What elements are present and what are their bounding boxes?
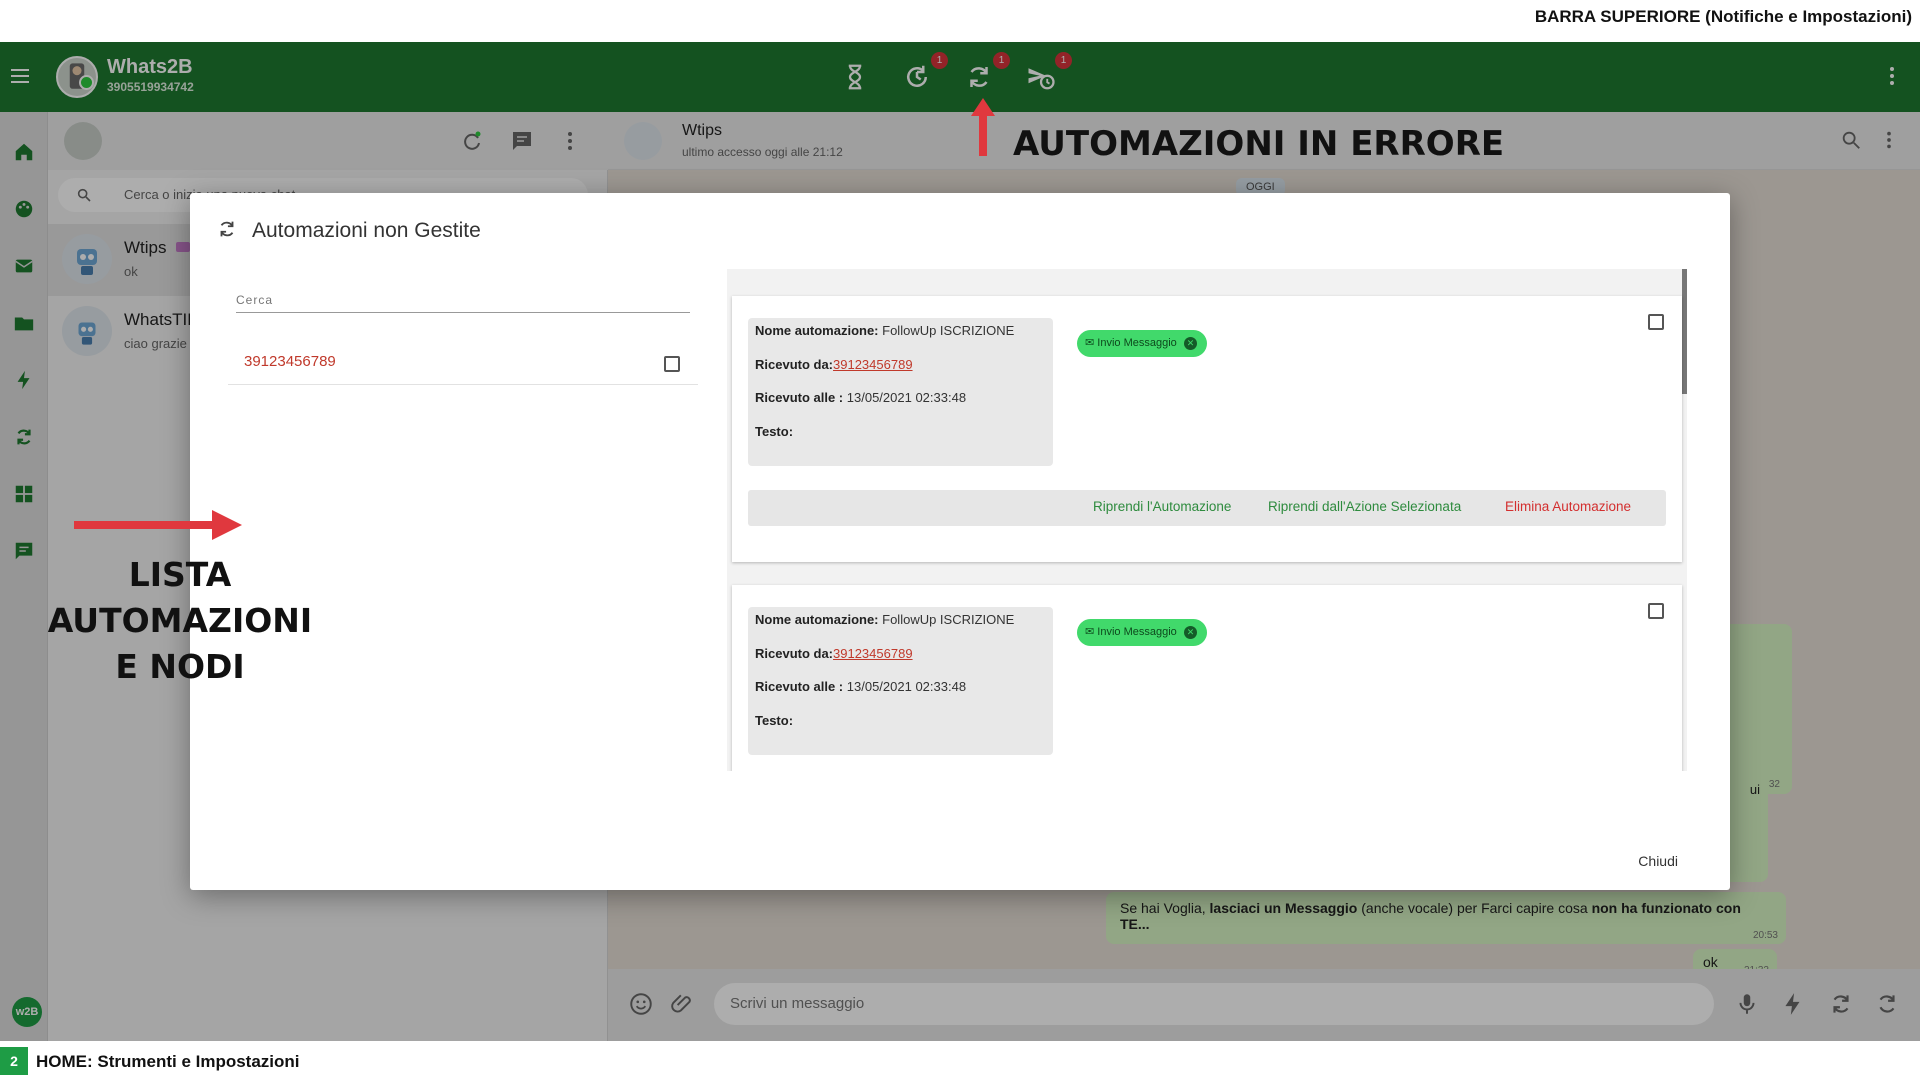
action-chip[interactable]: ✉ Invio Messaggio ✕ bbox=[1077, 330, 1207, 357]
automation-info: Nome automazione: FollowUp ISCRIZIONE Ri… bbox=[748, 318, 1053, 466]
automation-card: Nome automazione: FollowUp ISCRIZIONE Ri… bbox=[732, 585, 1682, 771]
arrow-right-annotation bbox=[74, 510, 242, 540]
annotation-list-line: LISTA AUTOMAZIONI bbox=[47, 555, 313, 640]
slide-footer: 2 HOME: Strumenti e Impostazioni bbox=[0, 1041, 1920, 1080]
automation-actions: Riprendi l'Automazione Riprendi dall'Azi… bbox=[748, 490, 1666, 526]
action-chip-label: Invio Messaggio bbox=[1097, 626, 1177, 638]
search-underline bbox=[236, 312, 690, 313]
sender-link[interactable]: 39123456789 bbox=[833, 646, 913, 661]
automation-card-checkbox[interactable] bbox=[1648, 603, 1664, 619]
automation-search-input[interactable]: Cerca bbox=[236, 293, 273, 307]
close-icon[interactable]: ✕ bbox=[1184, 337, 1197, 350]
scrollbar[interactable] bbox=[1682, 269, 1687, 394]
close-icon[interactable]: ✕ bbox=[1184, 626, 1197, 639]
delete-automation-button[interactable]: Elimina Automazione bbox=[1505, 499, 1631, 514]
automation-list-phone: 39123456789 bbox=[244, 353, 336, 370]
info-label: Ricevuto da: bbox=[755, 356, 834, 372]
mail-icon: ✉ bbox=[1085, 626, 1095, 638]
info-label: Ricevuto alle : bbox=[755, 390, 844, 405]
automation-name: FollowUp ISCRIZIONE bbox=[882, 323, 1015, 338]
info-label: Nome automazione: bbox=[755, 323, 879, 338]
arrow-up-annotation bbox=[971, 98, 995, 156]
action-chip[interactable]: ✉ Invio Messaggio ✕ bbox=[1077, 619, 1207, 646]
automation-list-item[interactable]: 39123456789 bbox=[228, 343, 698, 385]
info-label: Testo: bbox=[755, 712, 794, 728]
annotation-errors: AUTOMAZIONI IN ERRORE bbox=[1013, 124, 1505, 164]
slide-header: BARRA SUPERIORE (Notifiche e Impostazion… bbox=[0, 0, 1920, 42]
automation-detail-pane: Nome automazione: FollowUp ISCRIZIONE Ri… bbox=[727, 269, 1687, 771]
annotation-list: LISTA AUTOMAZIONI E NODI bbox=[0, 552, 360, 690]
unmanaged-automations-dialog: Automazioni non Gestite Cerca 3912345678… bbox=[190, 193, 1730, 890]
mail-icon: ✉ bbox=[1085, 337, 1095, 349]
close-button[interactable]: Chiudi bbox=[1638, 853, 1678, 869]
received-at: 13/05/2021 02:33:48 bbox=[846, 390, 967, 405]
resume-from-selected-button[interactable]: Riprendi dall'Azione Selezionata bbox=[1268, 499, 1461, 514]
annotation-list-line: E NODI bbox=[115, 647, 245, 686]
info-label: Testo: bbox=[755, 423, 794, 439]
info-label: Nome automazione: bbox=[755, 612, 879, 627]
received-at: 13/05/2021 02:33:48 bbox=[846, 679, 967, 694]
slide-header-title: BARRA SUPERIORE (Notifiche e Impostazion… bbox=[1534, 7, 1912, 26]
sender-link[interactable]: 39123456789 bbox=[833, 357, 913, 372]
automation-card-checkbox[interactable] bbox=[1648, 314, 1664, 330]
action-chip-label: Invio Messaggio bbox=[1097, 337, 1177, 349]
automation-info: Nome automazione: FollowUp ISCRIZIONE Ri… bbox=[748, 607, 1053, 755]
info-label: Ricevuto da: bbox=[755, 645, 834, 661]
automation-card: Nome automazione: FollowUp ISCRIZIONE Ri… bbox=[732, 296, 1682, 562]
info-label: Ricevuto alle : bbox=[755, 679, 844, 694]
slide-number: 2 bbox=[0, 1047, 28, 1075]
slide-footer-title: HOME: Strumenti e Impostazioni bbox=[36, 1052, 300, 1071]
resume-automation-button[interactable]: Riprendi l'Automazione bbox=[1093, 499, 1231, 514]
dialog-title: Automazioni non Gestite bbox=[252, 219, 481, 242]
automation-list-checkbox[interactable] bbox=[664, 356, 680, 372]
automation-name: FollowUp ISCRIZIONE bbox=[882, 612, 1015, 627]
sync-icon bbox=[220, 221, 234, 237]
